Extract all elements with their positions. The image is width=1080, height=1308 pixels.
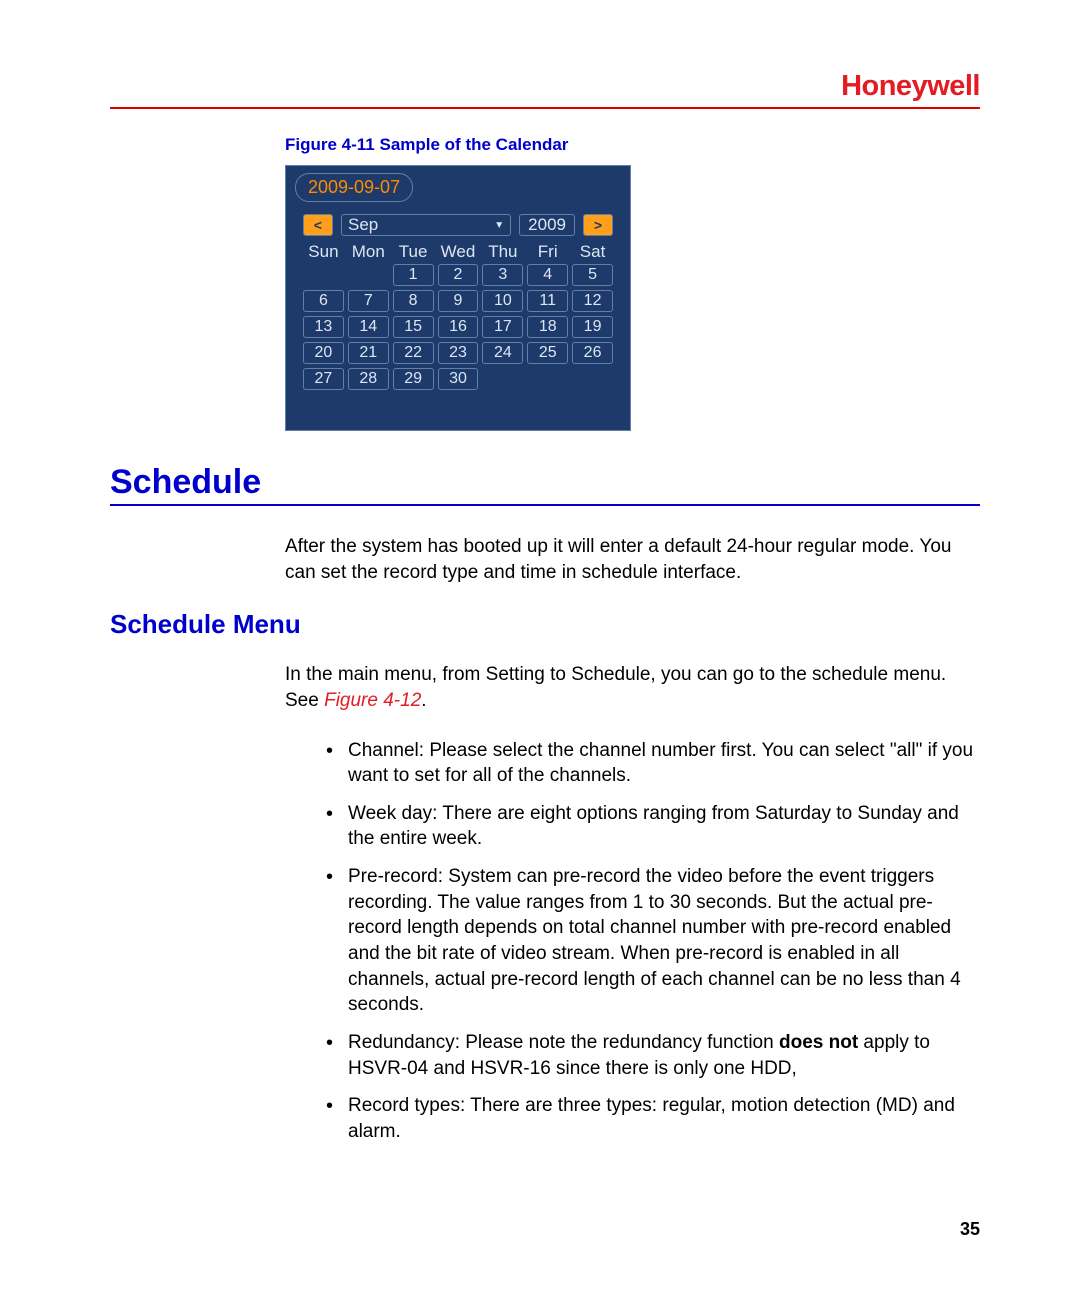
calendar-day-cell[interactable]: 19 bbox=[572, 316, 613, 338]
dow-label: Wed bbox=[438, 240, 479, 264]
calendar-day-cell bbox=[303, 264, 344, 286]
year-field[interactable]: 2009 bbox=[519, 214, 575, 236]
calendar-day-cell[interactable]: 8 bbox=[393, 290, 434, 312]
month-select[interactable]: Sep ▼ bbox=[341, 214, 511, 236]
menu-intro-text-end: . bbox=[421, 690, 426, 711]
schedule-menu-bullets: Channel: Please select the channel numbe… bbox=[320, 738, 980, 1145]
calendar-day-grid: 1234567891011121314151617181920212223242… bbox=[289, 264, 627, 390]
calendar-day-cell[interactable]: 29 bbox=[393, 368, 434, 390]
calendar-day-cell[interactable]: 30 bbox=[438, 368, 479, 390]
calendar-day-cell[interactable]: 26 bbox=[572, 342, 613, 364]
calendar-day-cell bbox=[527, 368, 568, 390]
calendar-day-cell[interactable]: 23 bbox=[438, 342, 479, 364]
bullet-prerecord: Pre-record: System can pre-record the vi… bbox=[320, 864, 980, 1018]
calendar-day-cell[interactable]: 4 bbox=[527, 264, 568, 286]
calendar-day-cell[interactable]: 11 bbox=[527, 290, 568, 312]
bullet-weekday: Week day: There are eight options rangin… bbox=[320, 801, 980, 852]
calendar-widget: 2009-09-07 < Sep ▼ 2009 > Sun Mon Tue We… bbox=[285, 165, 631, 431]
calendar-day-cell[interactable]: 2 bbox=[438, 264, 479, 286]
calendar-day-cell[interactable]: 12 bbox=[572, 290, 613, 312]
calendar-day-cell[interactable]: 9 bbox=[438, 290, 479, 312]
calendar-nav-row: < Sep ▼ 2009 > bbox=[289, 208, 627, 240]
calendar-day-cell[interactable]: 18 bbox=[527, 316, 568, 338]
bullet-redundancy: Redundancy: Please note the redundancy f… bbox=[320, 1030, 980, 1081]
calendar-day-cell[interactable]: 10 bbox=[482, 290, 523, 312]
calendar-day-cell[interactable]: 27 bbox=[303, 368, 344, 390]
calendar-day-cell[interactable]: 17 bbox=[482, 316, 523, 338]
intro-paragraph: After the system has booted up it will e… bbox=[285, 534, 980, 585]
month-label: Sep bbox=[348, 215, 378, 235]
prev-month-button[interactable]: < bbox=[303, 214, 333, 236]
calendar-day-cell[interactable]: 5 bbox=[572, 264, 613, 286]
next-month-button[interactable]: > bbox=[583, 214, 613, 236]
dow-label: Mon bbox=[348, 240, 389, 264]
chevron-down-icon: ▼ bbox=[494, 220, 504, 231]
calendar-day-cell[interactable]: 22 bbox=[393, 342, 434, 364]
calendar-day-cell[interactable]: 14 bbox=[348, 316, 389, 338]
calendar-day-cell[interactable]: 13 bbox=[303, 316, 344, 338]
calendar-day-cell[interactable]: 1 bbox=[393, 264, 434, 286]
bullet-text: Redundancy: Please note the redundancy f… bbox=[348, 1032, 779, 1053]
calendar-day-cell[interactable]: 3 bbox=[482, 264, 523, 286]
calendar-day-cell[interactable]: 25 bbox=[527, 342, 568, 364]
section-title: Schedule bbox=[110, 463, 980, 506]
sub-section-title: Schedule Menu bbox=[110, 609, 980, 640]
calendar-day-cell[interactable]: 20 bbox=[303, 342, 344, 364]
calendar-day-cell bbox=[348, 264, 389, 286]
calendar-day-cell[interactable]: 16 bbox=[438, 316, 479, 338]
calendar-day-cell[interactable]: 28 bbox=[348, 368, 389, 390]
calendar-day-cell[interactable]: 24 bbox=[482, 342, 523, 364]
dow-label: Fri bbox=[527, 240, 568, 264]
calendar-day-cell bbox=[482, 368, 523, 390]
page-header: Honeywell bbox=[110, 70, 980, 109]
calendar-day-cell[interactable]: 7 bbox=[348, 290, 389, 312]
calendar-day-cell[interactable]: 6 bbox=[303, 290, 344, 312]
calendar-day-cell[interactable]: 15 bbox=[393, 316, 434, 338]
page-number: 35 bbox=[960, 1219, 980, 1240]
calendar-day-cell bbox=[572, 368, 613, 390]
figure-caption: Figure 4-11 Sample of the Calendar bbox=[285, 135, 980, 155]
bullet-record-types: Record types: There are three types: reg… bbox=[320, 1093, 980, 1144]
menu-intro-paragraph: In the main menu, from Setting to Schedu… bbox=[285, 662, 980, 713]
figure-cross-reference: Figure 4-12 bbox=[324, 690, 421, 711]
dow-label: Sat bbox=[572, 240, 613, 264]
calendar-day-cell[interactable]: 21 bbox=[348, 342, 389, 364]
bullet-channel: Channel: Please select the channel numbe… bbox=[320, 738, 980, 789]
dow-label: Tue bbox=[393, 240, 434, 264]
honeywell-logo: Honeywell bbox=[841, 70, 980, 103]
selected-date-pill[interactable]: 2009-09-07 bbox=[295, 173, 413, 202]
bullet-text-bold: does not bbox=[779, 1032, 858, 1053]
dow-label: Thu bbox=[482, 240, 523, 264]
day-of-week-row: Sun Mon Tue Wed Thu Fri Sat bbox=[289, 240, 627, 264]
dow-label: Sun bbox=[303, 240, 344, 264]
